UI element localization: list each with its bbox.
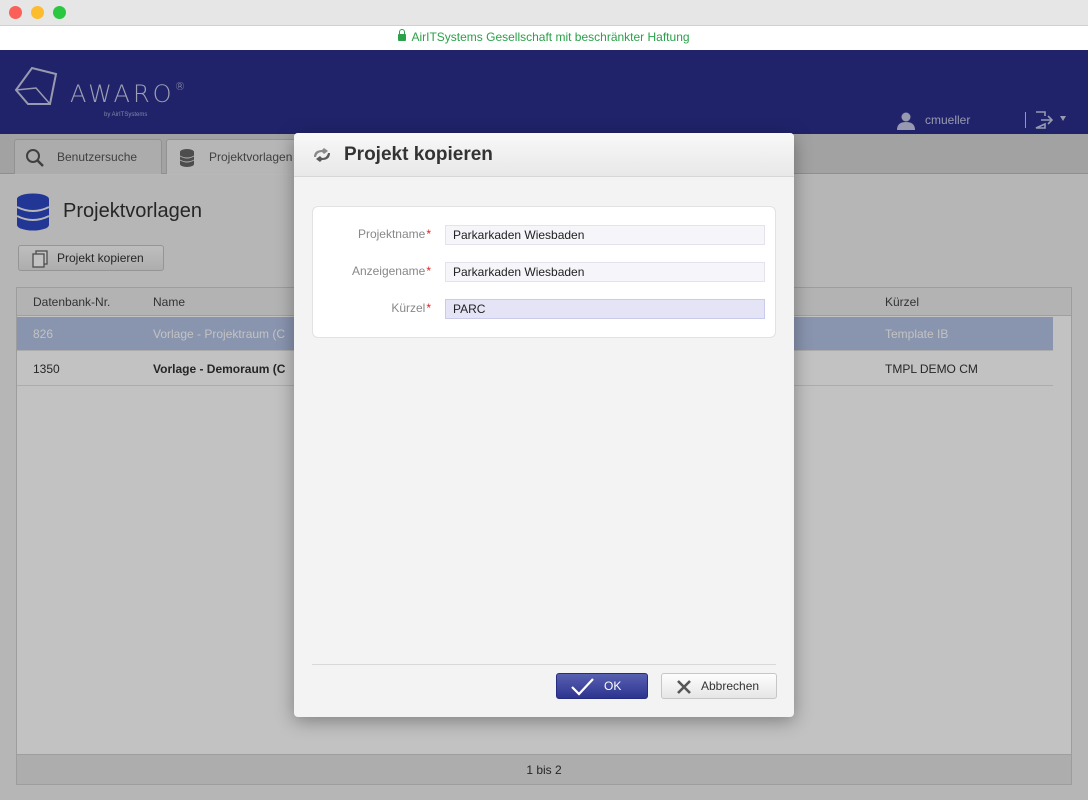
close-window-button[interactable]: [9, 6, 22, 19]
lock-icon: [398, 29, 407, 41]
anzeigename-input[interactable]: [445, 262, 765, 282]
copy-project-dialog: Projekt kopieren Projektname* Anzeigenam…: [294, 133, 794, 717]
ok-label: OK: [604, 679, 622, 693]
minimize-window-button[interactable]: [31, 6, 44, 19]
dialog-form: Projektname* Anzeigename* Kürzel*: [312, 206, 776, 338]
dialog-footer-divider: [312, 664, 776, 665]
projektname-input[interactable]: [445, 225, 765, 245]
cancel-button[interactable]: Abbrechen: [661, 673, 777, 699]
copy-project-icon: [314, 148, 330, 162]
kuerzel-input[interactable]: [445, 299, 765, 319]
close-icon: [677, 680, 691, 694]
window-titlebar: [0, 0, 1088, 26]
cancel-label: Abbrechen: [701, 679, 760, 693]
zoom-window-button[interactable]: [53, 6, 66, 19]
address-text: AirITSystems Gesellschaft mit beschränkt…: [411, 30, 690, 44]
checkmark-icon: [571, 678, 594, 696]
kuerzel-label: Kürzel*: [391, 301, 431, 315]
ok-button[interactable]: OK: [556, 673, 648, 699]
projektname-label: Projektname*: [357, 227, 431, 241]
dialog-title: Projekt kopieren: [344, 144, 493, 165]
anzeigename-label: Anzeigename*: [351, 264, 431, 278]
address-bar[interactable]: AirITSystems Gesellschaft mit beschränkt…: [0, 26, 1088, 50]
dialog-header[interactable]: Projekt kopieren: [294, 133, 794, 177]
